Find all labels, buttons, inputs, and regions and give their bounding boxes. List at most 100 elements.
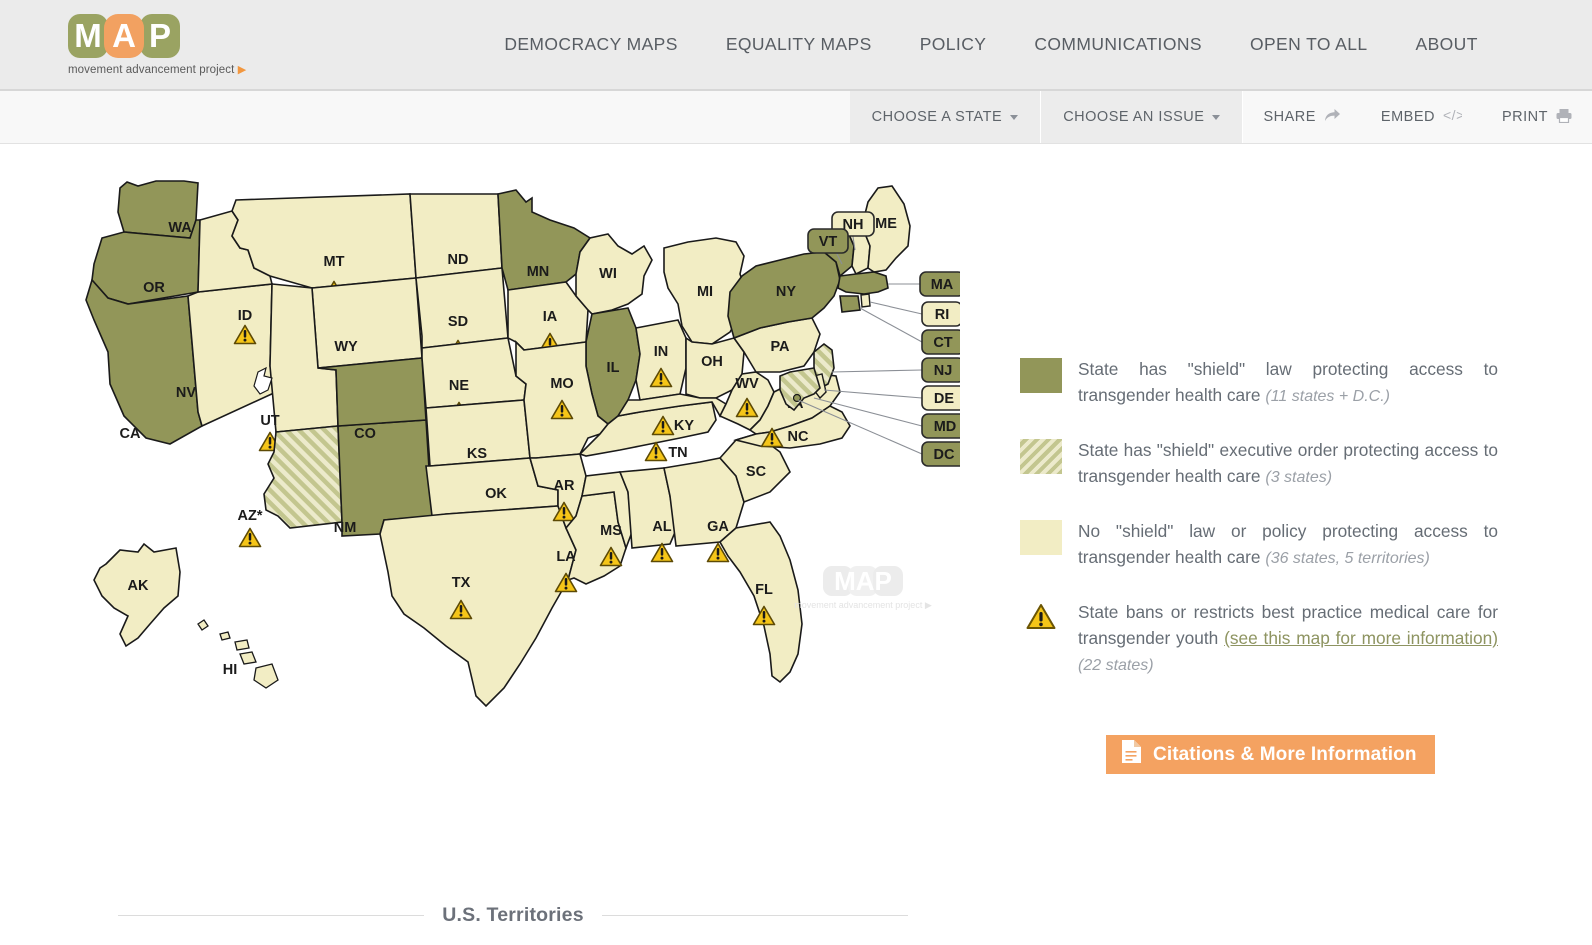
us-territories-header: U.S. Territories xyxy=(442,904,584,926)
state-label-oh: OH xyxy=(701,354,723,370)
print-button[interactable]: PRINT xyxy=(1482,91,1592,143)
share-arrow-icon xyxy=(1324,108,1341,127)
state-label-ut: UT xyxy=(260,413,279,429)
nav-item-open-to-all[interactable]: OPEN TO ALL xyxy=(1250,34,1368,55)
legend-item-youth-ban: State bans or restricts best practice me… xyxy=(1020,599,1498,679)
legend-count-shield-eo: (3 states) xyxy=(1265,469,1333,486)
warning-triangle-icon-az xyxy=(238,527,262,548)
state-label-in: IN xyxy=(654,344,669,360)
legend-count-shield-law: (11 states + D.C.) xyxy=(1265,388,1390,405)
embed-button[interactable]: EMBED </> xyxy=(1361,91,1482,143)
state-ks[interactable]: KS xyxy=(425,399,531,467)
state-label-mn: MN xyxy=(527,264,550,280)
embed-label: EMBED xyxy=(1380,109,1435,125)
callout-de[interactable]: DE xyxy=(921,385,960,411)
nav-item-policy[interactable]: POLICY xyxy=(920,34,987,55)
nav-item-about[interactable]: ABOUT xyxy=(1416,34,1478,55)
state-label-mi: MI xyxy=(697,284,713,300)
state-ri[interactable] xyxy=(860,293,871,308)
state-wa[interactable]: WA xyxy=(117,180,199,239)
state-label-fl: FL xyxy=(755,582,773,598)
callout-ma[interactable]: MA xyxy=(919,271,960,297)
us-territories-divider: U.S. Territories xyxy=(118,904,908,927)
legend-text-youth-ban: State bans or restricts best practice me… xyxy=(1078,599,1498,679)
state-label-hi: HI xyxy=(223,662,238,678)
callout-label-dc: DC xyxy=(934,447,955,463)
state-label-sc: SC xyxy=(746,464,767,480)
choose-a-state-dropdown[interactable]: CHOOSE A STATE xyxy=(849,91,1042,143)
state-in[interactable]: IN xyxy=(635,319,687,401)
divider-line-right xyxy=(601,915,908,916)
legend-item-shield-eo: State has "shield" executive order prote… xyxy=(1020,437,1498,491)
callout-label-ct: CT xyxy=(933,335,952,351)
legend-text-shield-law: State has "shield" law protecting access… xyxy=(1078,356,1498,410)
state-label-ms: MS xyxy=(600,523,622,539)
choose-an-issue-dropdown[interactable]: CHOOSE AN ISSUE xyxy=(1041,91,1244,143)
state-label-me: ME xyxy=(875,216,897,232)
callout-label-md: MD xyxy=(934,419,957,435)
state-ak[interactable]: AK xyxy=(93,542,181,648)
map-logo[interactable]: M A P movement advancement project ▶ xyxy=(68,13,246,76)
state-label-ks: KS xyxy=(467,446,487,462)
state-label-ga: GA xyxy=(707,519,729,535)
state-ca[interactable]: CA xyxy=(85,278,203,445)
callout-nj[interactable]: NJ xyxy=(921,357,960,383)
legend-swatch-solid-cream xyxy=(1020,520,1062,555)
chevron-down-icon xyxy=(1010,114,1019,120)
logo-letter-a: A xyxy=(104,13,144,58)
us-choropleth-map[interactable]: WA OR CA NV ID MT WY UT AZ* NM CO ND SD … xyxy=(80,176,960,756)
state-label-la: LA xyxy=(556,549,576,565)
divider-line-left xyxy=(118,915,425,916)
state-az[interactable]: AZ* xyxy=(238,425,343,548)
state-label-wv: WV xyxy=(735,376,759,392)
callout-ct[interactable]: CT xyxy=(921,329,960,355)
state-label-az: AZ* xyxy=(238,508,263,524)
callout-md[interactable]: MD xyxy=(921,413,960,439)
state-label-ak: AK xyxy=(128,578,149,594)
state-wi[interactable]: WI xyxy=(575,233,653,315)
callout-vt[interactable]: VT xyxy=(807,228,849,254)
citations-more-information-button[interactable]: Citations & More Information xyxy=(1106,735,1435,774)
logo-letters: M A P xyxy=(68,13,180,58)
svg-text:</>: </> xyxy=(1443,108,1462,123)
state-label-or: OR xyxy=(143,280,165,296)
code-brackets-icon: </> xyxy=(1443,107,1464,127)
legend-swatch-hatched-green xyxy=(1020,439,1062,474)
callout-label-ma: MA xyxy=(931,277,954,293)
state-wy[interactable]: WY xyxy=(311,277,423,369)
printer-icon xyxy=(1556,108,1572,127)
nav-item-equality-maps[interactable]: EQUALITY MAPS xyxy=(726,34,872,55)
state-label-nc: NC xyxy=(788,429,809,445)
state-label-tx: TX xyxy=(452,575,471,591)
state-label-wy: WY xyxy=(334,339,358,355)
logo-tagline-text: movement advancement project xyxy=(68,63,235,76)
logo-arrow-icon: ▶ xyxy=(237,63,247,76)
legend-text-shield-eo: State has "shield" executive order prote… xyxy=(1078,437,1498,491)
state-fl[interactable]: FL xyxy=(718,521,803,684)
state-label-ky: KY xyxy=(674,418,694,434)
logo-tagline: movement advancement project ▶ xyxy=(68,63,246,76)
state-label-ca: CA xyxy=(120,426,141,442)
state-ma[interactable] xyxy=(837,271,889,295)
chevron-down-icon xyxy=(1212,114,1221,120)
legend-count-no-shield: (36 states, 5 territories) xyxy=(1265,550,1430,567)
site-header: M A P movement advancement project ▶ DEM… xyxy=(0,0,1592,91)
map-watermark: MAP movement advancement project ▶ xyxy=(794,566,932,610)
callout-label-nj: NJ xyxy=(934,363,953,379)
state-tx[interactable]: TX xyxy=(379,505,577,708)
share-button[interactable]: SHARE xyxy=(1243,91,1360,143)
legend-link-see-this-map[interactable]: (see this map for more information) xyxy=(1224,628,1498,648)
nav-item-democracy-maps[interactable]: DEMOCRACY MAPS xyxy=(504,34,678,55)
primary-nav: DEMOCRACY MAPS EQUALITY MAPS POLICY COMM… xyxy=(504,34,1478,55)
state-ct[interactable] xyxy=(839,295,861,313)
nav-item-communications[interactable]: COMMUNICATIONS xyxy=(1034,34,1202,55)
callout-dc[interactable]: DC xyxy=(921,441,960,467)
legend-item-shield-law: State has "shield" law protecting access… xyxy=(1020,356,1498,410)
callout-ri[interactable]: RI xyxy=(921,301,960,327)
state-label-nv: NV xyxy=(176,385,196,401)
state-label-mt: MT xyxy=(324,254,345,270)
state-label-il: IL xyxy=(607,360,620,376)
legend-swatch-solid-green xyxy=(1020,358,1062,393)
state-hi[interactable]: HI xyxy=(197,619,279,689)
svg-text:movement advancement project ▶: movement advancement project ▶ xyxy=(794,600,932,610)
